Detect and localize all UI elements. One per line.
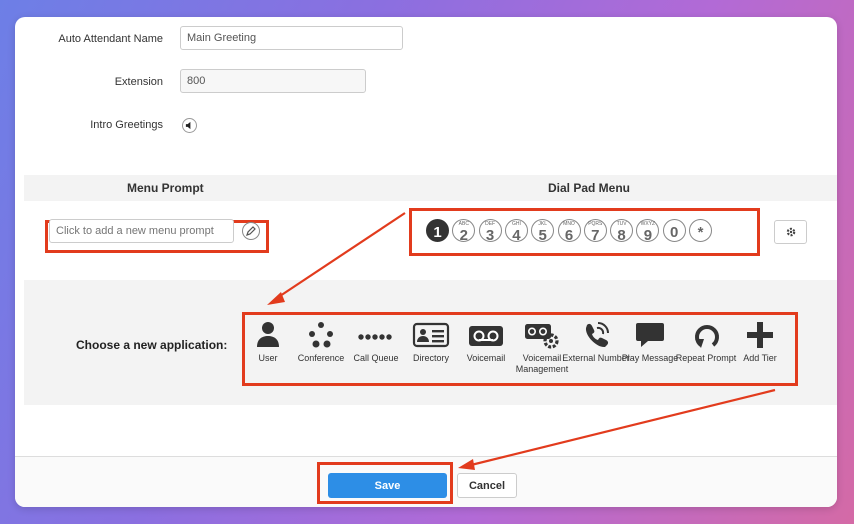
- annotation-arrows: [267, 212, 776, 470]
- auto-attendant-panel: Auto Attendant Name Extension Intro Gree…: [15, 17, 837, 507]
- arrow-head: [458, 459, 475, 470]
- arrow-to-applications: [276, 212, 406, 299]
- arrow-to-save: [470, 388, 776, 467]
